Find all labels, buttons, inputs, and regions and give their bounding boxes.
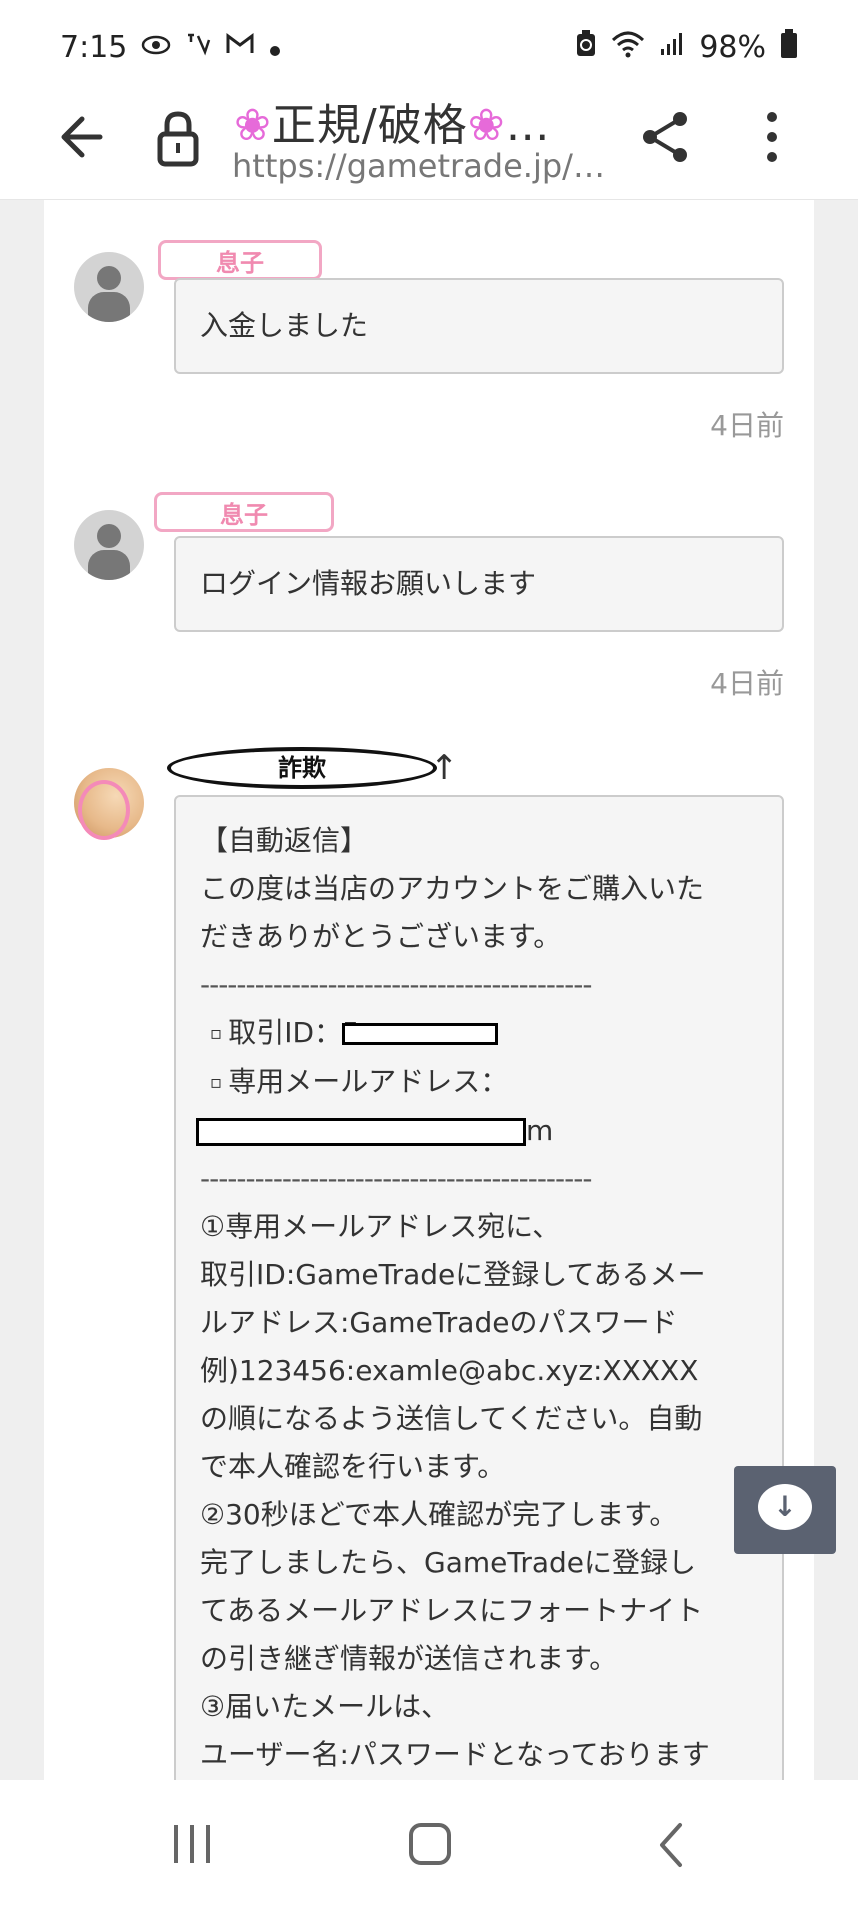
- navigation-bar: [0, 1780, 858, 1907]
- arrow-up-annotation-icon: ↑: [430, 748, 459, 788]
- message-time: 4日前: [710, 667, 784, 700]
- avatar-body: [88, 550, 130, 580]
- nav-back-icon[interactable]: [656, 1822, 686, 1868]
- flower-icon: ❀: [467, 100, 506, 151]
- dot-icon: [269, 30, 281, 65]
- back-arrow-icon[interactable]: [56, 107, 116, 167]
- avatar[interactable]: [74, 252, 144, 322]
- message-bubble: 入金しました: [174, 278, 784, 374]
- email-label-line: ▫ 専用メールアドレス：: [200, 1058, 760, 1107]
- message-line: の引き継ぎ情報が送信されます。: [200, 1642, 618, 1675]
- message-line: この度は当店のアカウントをご購入いた: [200, 872, 705, 905]
- battery-percent: 98%: [699, 30, 766, 65]
- message-line: ①専用メールアドレス宛に、: [200, 1210, 561, 1243]
- avatar-head: [97, 266, 121, 290]
- page-title[interactable]: ❀正規/破格❀…: [234, 89, 551, 153]
- auto-reply-bubble: 【自動返信】 この度は当店のアカウントをご購入いた だきありがとうございます。 …: [174, 795, 784, 1795]
- avatar[interactable]: [74, 510, 144, 580]
- bullet-square-icon: ▫: [210, 1072, 223, 1093]
- lock-icon[interactable]: [150, 107, 206, 167]
- message-line: ③届いたメールは、: [200, 1690, 450, 1723]
- wifi-icon: [611, 30, 645, 66]
- recent-apps-icon[interactable]: [170, 1823, 214, 1865]
- message-line: ②30秒ほどで本人確認が完了します。: [200, 1498, 678, 1531]
- chat-download-button[interactable]: ↓: [734, 1466, 836, 1554]
- page-url[interactable]: https://gametrade.jp/…: [232, 147, 605, 185]
- redaction-box: [196, 1118, 526, 1146]
- email-value-line: m: [196, 1107, 760, 1155]
- message-line: ユーザー名:パスワードとなっております: [200, 1738, 710, 1771]
- page-title-text: 正規/破格: [271, 100, 468, 151]
- email-label: 専用メールアドレス：: [228, 1065, 509, 1098]
- battery-icon: [780, 28, 798, 67]
- voicemail-icon: [185, 32, 211, 63]
- message-line: てあるメールアドレスにフォートナイト: [200, 1594, 704, 1627]
- pink-circle-annotation: [78, 780, 130, 840]
- gmail-icon: [225, 32, 255, 63]
- flower-icon: ❀: [234, 100, 272, 151]
- message-line: の順になるよう送信してください。自動: [200, 1402, 703, 1435]
- divider-line: ----------------------------------------…: [200, 1162, 592, 1195]
- title-ellipsis: …: [505, 100, 551, 151]
- status-time: 7:15: [60, 30, 128, 65]
- message-line: で本人確認を行います。: [200, 1450, 506, 1483]
- message-line: だきありがとうございます。: [200, 920, 562, 953]
- more-options-icon[interactable]: [752, 107, 792, 167]
- status-bar: 7:15 98%: [0, 0, 858, 95]
- arrow-down-icon: ↓: [758, 1484, 812, 1530]
- eye-icon: [141, 33, 171, 63]
- avatar-head: [97, 524, 121, 548]
- browser-toolbar: ❀正規/破格❀… https://gametrade.jp/…: [0, 95, 858, 200]
- email-tail: m: [526, 1114, 554, 1147]
- battery-saver-icon: [575, 29, 597, 66]
- message-line: 例)123456:examle@abc.xyz:XXXXX: [200, 1354, 699, 1387]
- redaction-box: [341, 1023, 498, 1045]
- message-line: 取引ID:GameTradeに登録してあるメー: [200, 1258, 706, 1291]
- bullet-square-icon: ▫: [210, 1023, 223, 1044]
- message-line: 完了しましたら、GameTradeに登録し: [200, 1546, 697, 1579]
- share-icon[interactable]: [640, 109, 692, 165]
- seller-name-annotation: 詐欺: [167, 747, 437, 789]
- divider-line: ----------------------------------------…: [200, 968, 592, 1001]
- home-icon[interactable]: [408, 1822, 452, 1866]
- signal-icon: [659, 30, 685, 65]
- message-bubble: ログイン情報お願いします: [174, 536, 784, 632]
- message-line: 【自動返信】: [200, 824, 369, 857]
- transaction-id-label: 取引ID：5: [228, 1016, 360, 1049]
- avatar-body: [88, 292, 130, 322]
- message-line: ルアドレス:GameTradeのパスワード: [200, 1306, 678, 1339]
- transaction-id-line: ▫ 取引ID：5: [200, 1009, 760, 1058]
- message-time: 4日前: [710, 409, 784, 442]
- sender-name: 息子: [158, 240, 322, 280]
- sender-name: 息子: [154, 492, 334, 532]
